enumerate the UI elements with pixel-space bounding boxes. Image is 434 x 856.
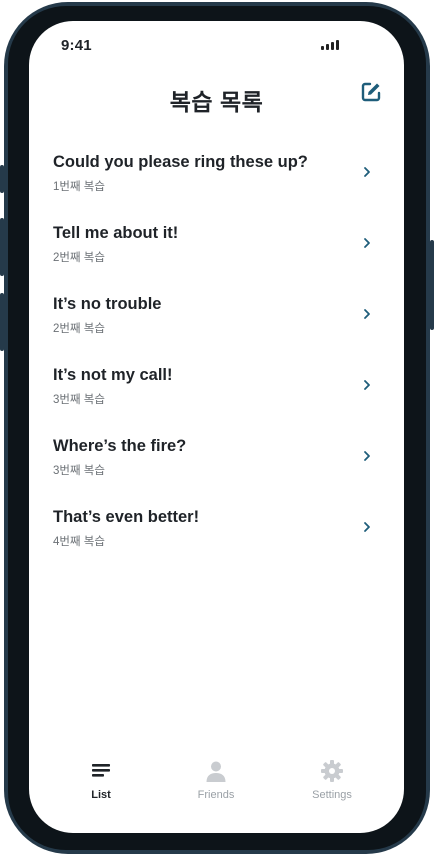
review-item[interactable]: Where’s the fire? 3번째 복습 (29, 437, 404, 508)
edit-button[interactable] (360, 81, 382, 103)
review-list: Could you please ring these up? 1번째 복습 T… (29, 153, 404, 579)
mute-switch (0, 165, 4, 193)
page-title: 복습 목록 (169, 89, 264, 115)
power-button (430, 240, 434, 330)
gear-icon (321, 760, 343, 782)
bottom-nav: List Friends Settings (29, 759, 404, 819)
signal-icon (321, 40, 339, 50)
chevron-right-icon (364, 238, 370, 248)
review-item-count: 4번째 복습 (53, 536, 105, 548)
review-item-count: 2번째 복습 (53, 252, 105, 264)
review-item-count: 3번째 복습 (53, 465, 105, 477)
status-time: 9:41 (61, 37, 92, 54)
volume-up-button (0, 218, 4, 276)
volume-down-button (0, 293, 4, 351)
review-item-count: 1번째 복습 (53, 181, 105, 193)
chevron-right-icon (364, 167, 370, 177)
review-item[interactable]: It’s no trouble 2번째 복습 (29, 295, 404, 366)
chevron-right-icon (364, 451, 370, 461)
edit-icon (361, 82, 381, 102)
review-item[interactable]: Could you please ring these up? 1번째 복습 (29, 153, 404, 224)
review-item[interactable]: Tell me about it! 2번째 복습 (29, 224, 404, 295)
chevron-right-icon (364, 380, 370, 390)
review-item-title: Where’s the fire? (53, 437, 187, 455)
chevron-right-icon (364, 309, 370, 319)
chevron-right-icon (364, 522, 370, 532)
nav-tab-list[interactable]: List (56, 759, 146, 801)
review-item-title: It’s not my call! (53, 366, 173, 384)
review-item-count: 3번째 복습 (53, 394, 105, 406)
review-item-title: That’s even better! (53, 508, 200, 526)
review-item-count: 2번째 복습 (53, 323, 105, 335)
nav-tab-settings[interactable]: Settings (287, 759, 377, 801)
nav-tab-friends[interactable]: Friends (171, 759, 261, 801)
nav-label-settings: Settings (312, 789, 352, 801)
review-item-title: Tell me about it! (53, 224, 179, 242)
nav-label-list: List (91, 789, 111, 801)
nav-label-friends: Friends (197, 789, 235, 801)
review-item[interactable]: It’s not my call! 3번째 복습 (29, 366, 404, 437)
review-item[interactable]: That’s even better! 4번째 복습 (29, 508, 404, 579)
list-icon (92, 764, 110, 777)
app-screen: 9:41 복습 목록 Could you please ring these u… (29, 21, 404, 833)
review-item-title: It’s no trouble (53, 295, 162, 313)
person-icon (206, 761, 226, 782)
review-item-title: Could you please ring these up? (53, 153, 308, 171)
